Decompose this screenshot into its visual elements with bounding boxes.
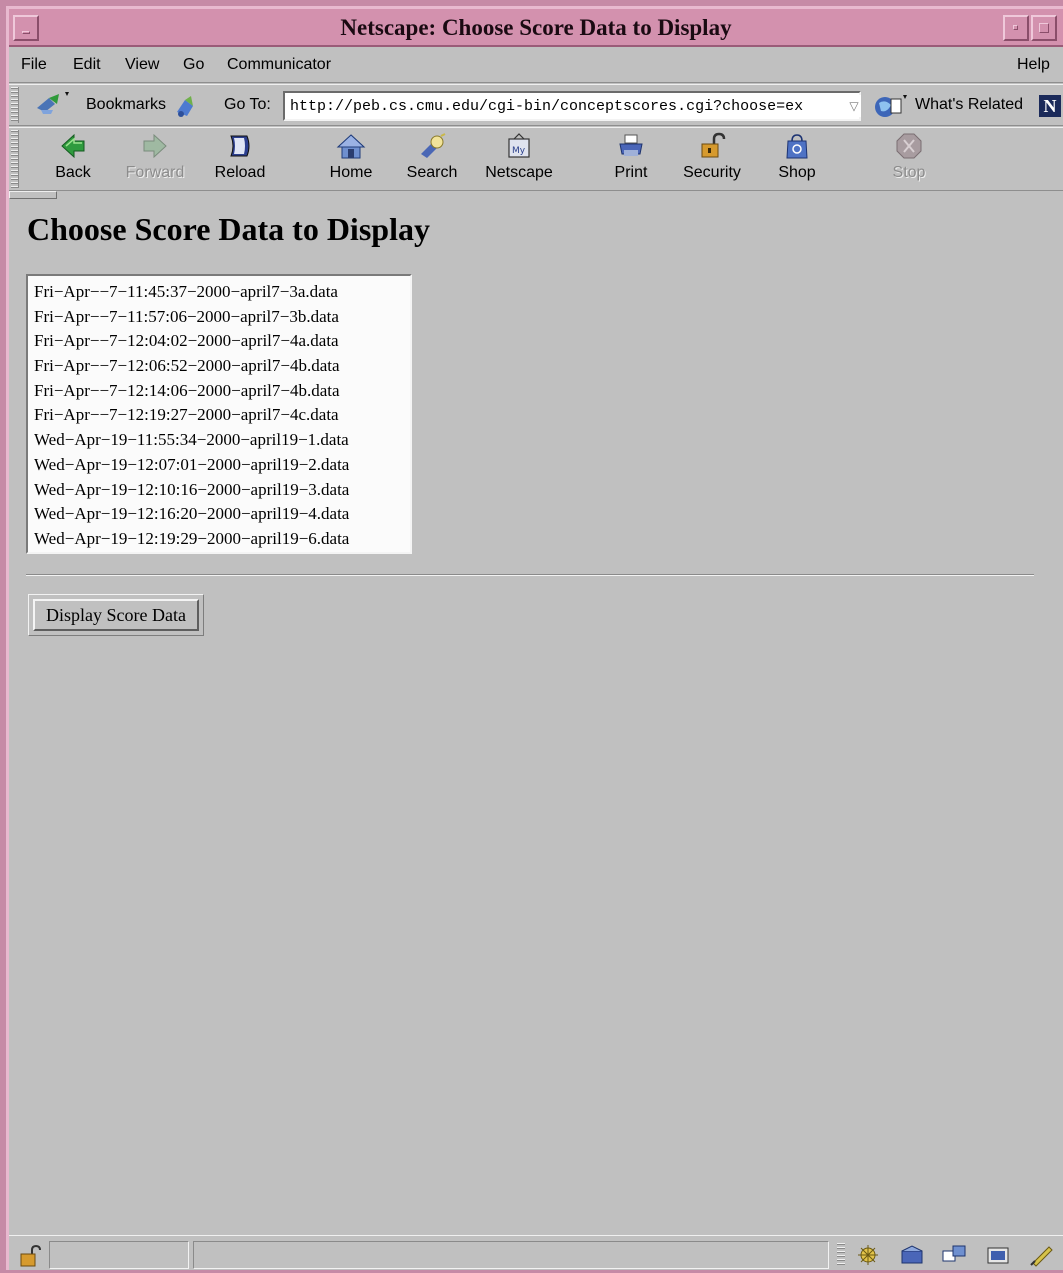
menu-edit[interactable]: Edit [73, 56, 101, 74]
stop-button[interactable]: Stop [881, 130, 937, 188]
home-icon [336, 134, 366, 159]
forward-label: Forward [125, 164, 185, 181]
bookmarks-button[interactable] [31, 90, 83, 120]
reload-icon [230, 135, 250, 157]
bookmarks-icon [37, 92, 69, 114]
browser-window: Netscape: Choose Score Data to Display F… [6, 6, 1063, 1270]
list-item[interactable]: Wed−Apr−19−12:19:29−2000−april19−6.data [34, 527, 410, 552]
location-toolbar: Bookmarks Go To: http://peb.cs.cmu.edu/c… [9, 84, 1063, 126]
svg-text:My: My [512, 146, 526, 156]
page-content: Choose Score Data to Display Fri−Apr−−7−… [9, 199, 1063, 1235]
url-history-dropdown[interactable]: ▽ [847, 95, 861, 117]
search-label: Search [406, 164, 458, 181]
progress-bar [49, 1241, 189, 1269]
unlocked-padlock-icon[interactable] [17, 1243, 43, 1269]
score-data-listbox[interactable]: Fri−Apr−−7−11:45:37−2000−april7−3a.data … [26, 274, 412, 554]
list-item[interactable]: Wed−Apr−19−12:16:20−2000−april19−4.data [34, 502, 410, 527]
printer-icon [619, 134, 643, 156]
discussions-icon[interactable] [941, 1243, 967, 1267]
menu-communicator[interactable]: Communicator [227, 56, 331, 74]
list-item[interactable]: Wed−Apr−19−12:10:16−2000−april19−3.data [34, 478, 410, 503]
shop-label: Shop [778, 164, 816, 181]
stop-icon [896, 133, 922, 159]
chevron-down-icon: ▽ [849, 99, 859, 113]
list-item[interactable]: Fri−Apr−−7−11:45:37−2000−april7−3a.data [34, 280, 410, 305]
search-icon [421, 133, 446, 158]
forward-arrow-icon [143, 133, 167, 159]
stop-label: Stop [892, 164, 926, 181]
navigation-toolbar: Back Forward Reload Home Search My Netsc… [9, 127, 1063, 191]
search-button[interactable]: Search [399, 130, 465, 188]
reload-button[interactable]: Reload [205, 130, 275, 188]
back-arrow-icon [61, 133, 85, 159]
list-item[interactable]: Fri−Apr−−7−12:04:02−2000−april7−4a.data [34, 329, 410, 354]
back-label: Back [55, 164, 91, 181]
list-item[interactable]: Fri−Apr−−7−12:14:06−2000−april7−4b.data [34, 379, 410, 404]
minimize-icon [1013, 25, 1018, 30]
list-item[interactable]: Fri−Apr−−7−12:19:27−2000−april7−4c.data [34, 403, 410, 428]
unlocked-padlock-icon [701, 132, 726, 158]
url-input[interactable]: http://peb.cs.cmu.edu/cgi-bin/conceptsco… [283, 91, 861, 121]
reload-label: Reload [214, 164, 266, 181]
mailbox-icon[interactable] [899, 1243, 925, 1267]
navigator-icon[interactable] [855, 1243, 881, 1267]
list-item[interactable]: Wed−Apr−19−11:55:34−2000−april19−1.data [34, 428, 410, 453]
title-bar[interactable]: Netscape: Choose Score Data to Display [9, 9, 1063, 47]
menu-bar: File Edit View Go Communicator Help [9, 49, 1063, 83]
submit-button-frame: Display Score Data [28, 594, 204, 636]
toolbar-grip[interactable] [11, 130, 19, 188]
maximize-icon [1039, 23, 1049, 33]
maximize-button[interactable] [1031, 15, 1057, 41]
forward-button[interactable]: Forward [121, 130, 189, 188]
print-button[interactable]: Print [603, 130, 659, 188]
component-bar-grip[interactable] [837, 1243, 845, 1267]
netscape-my-icon: My [508, 133, 530, 158]
pen-icon[interactable] [1029, 1243, 1055, 1267]
menu-view[interactable]: View [125, 56, 159, 74]
goto-label: Go To: [224, 96, 271, 113]
whats-related-icon[interactable] [871, 93, 911, 121]
bookmarks-label[interactable]: Bookmarks [86, 96, 166, 114]
netscape-n-logo: N [1039, 95, 1061, 117]
status-message [193, 1241, 829, 1269]
list-item[interactable]: Fri−Apr−−7−11:57:06−2000−april7−3b.data [34, 305, 410, 330]
toolbar-grip[interactable] [11, 87, 19, 123]
status-bar [9, 1235, 1063, 1273]
menu-file[interactable]: File [21, 56, 47, 74]
composer-icon[interactable] [985, 1243, 1011, 1267]
security-button[interactable]: Security [677, 130, 747, 188]
menu-go[interactable]: Go [183, 56, 204, 74]
horizontal-rule [26, 574, 1034, 576]
list-item[interactable]: Wed−Apr−19−12:07:01−2000−april19−2.data [34, 453, 410, 478]
netscape-button[interactable]: My Netscape [479, 130, 559, 188]
window-title: Netscape: Choose Score Data to Display [340, 15, 732, 40]
home-label: Home [329, 164, 373, 181]
list-item[interactable]: Fri−Apr−−7−12:06:52−2000−april7−4b.data [34, 354, 410, 379]
shopping-bag-icon [786, 134, 808, 159]
minimize-button[interactable] [1003, 15, 1029, 41]
back-button[interactable]: Back [41, 130, 105, 188]
menu-help[interactable]: Help [1017, 56, 1050, 74]
shop-button[interactable]: Shop [769, 130, 825, 188]
security-label: Security [683, 164, 741, 181]
home-button[interactable]: Home [319, 130, 383, 188]
toolbar-collapse-tab[interactable] [9, 191, 57, 199]
display-score-data-button[interactable]: Display Score Data [33, 599, 199, 631]
page-heading: Choose Score Data to Display [27, 211, 430, 247]
whats-related-label[interactable]: What's Related [915, 96, 1023, 114]
location-page-icon[interactable] [173, 94, 199, 120]
print-label: Print [614, 164, 648, 181]
netscape-label: Netscape [485, 164, 553, 181]
